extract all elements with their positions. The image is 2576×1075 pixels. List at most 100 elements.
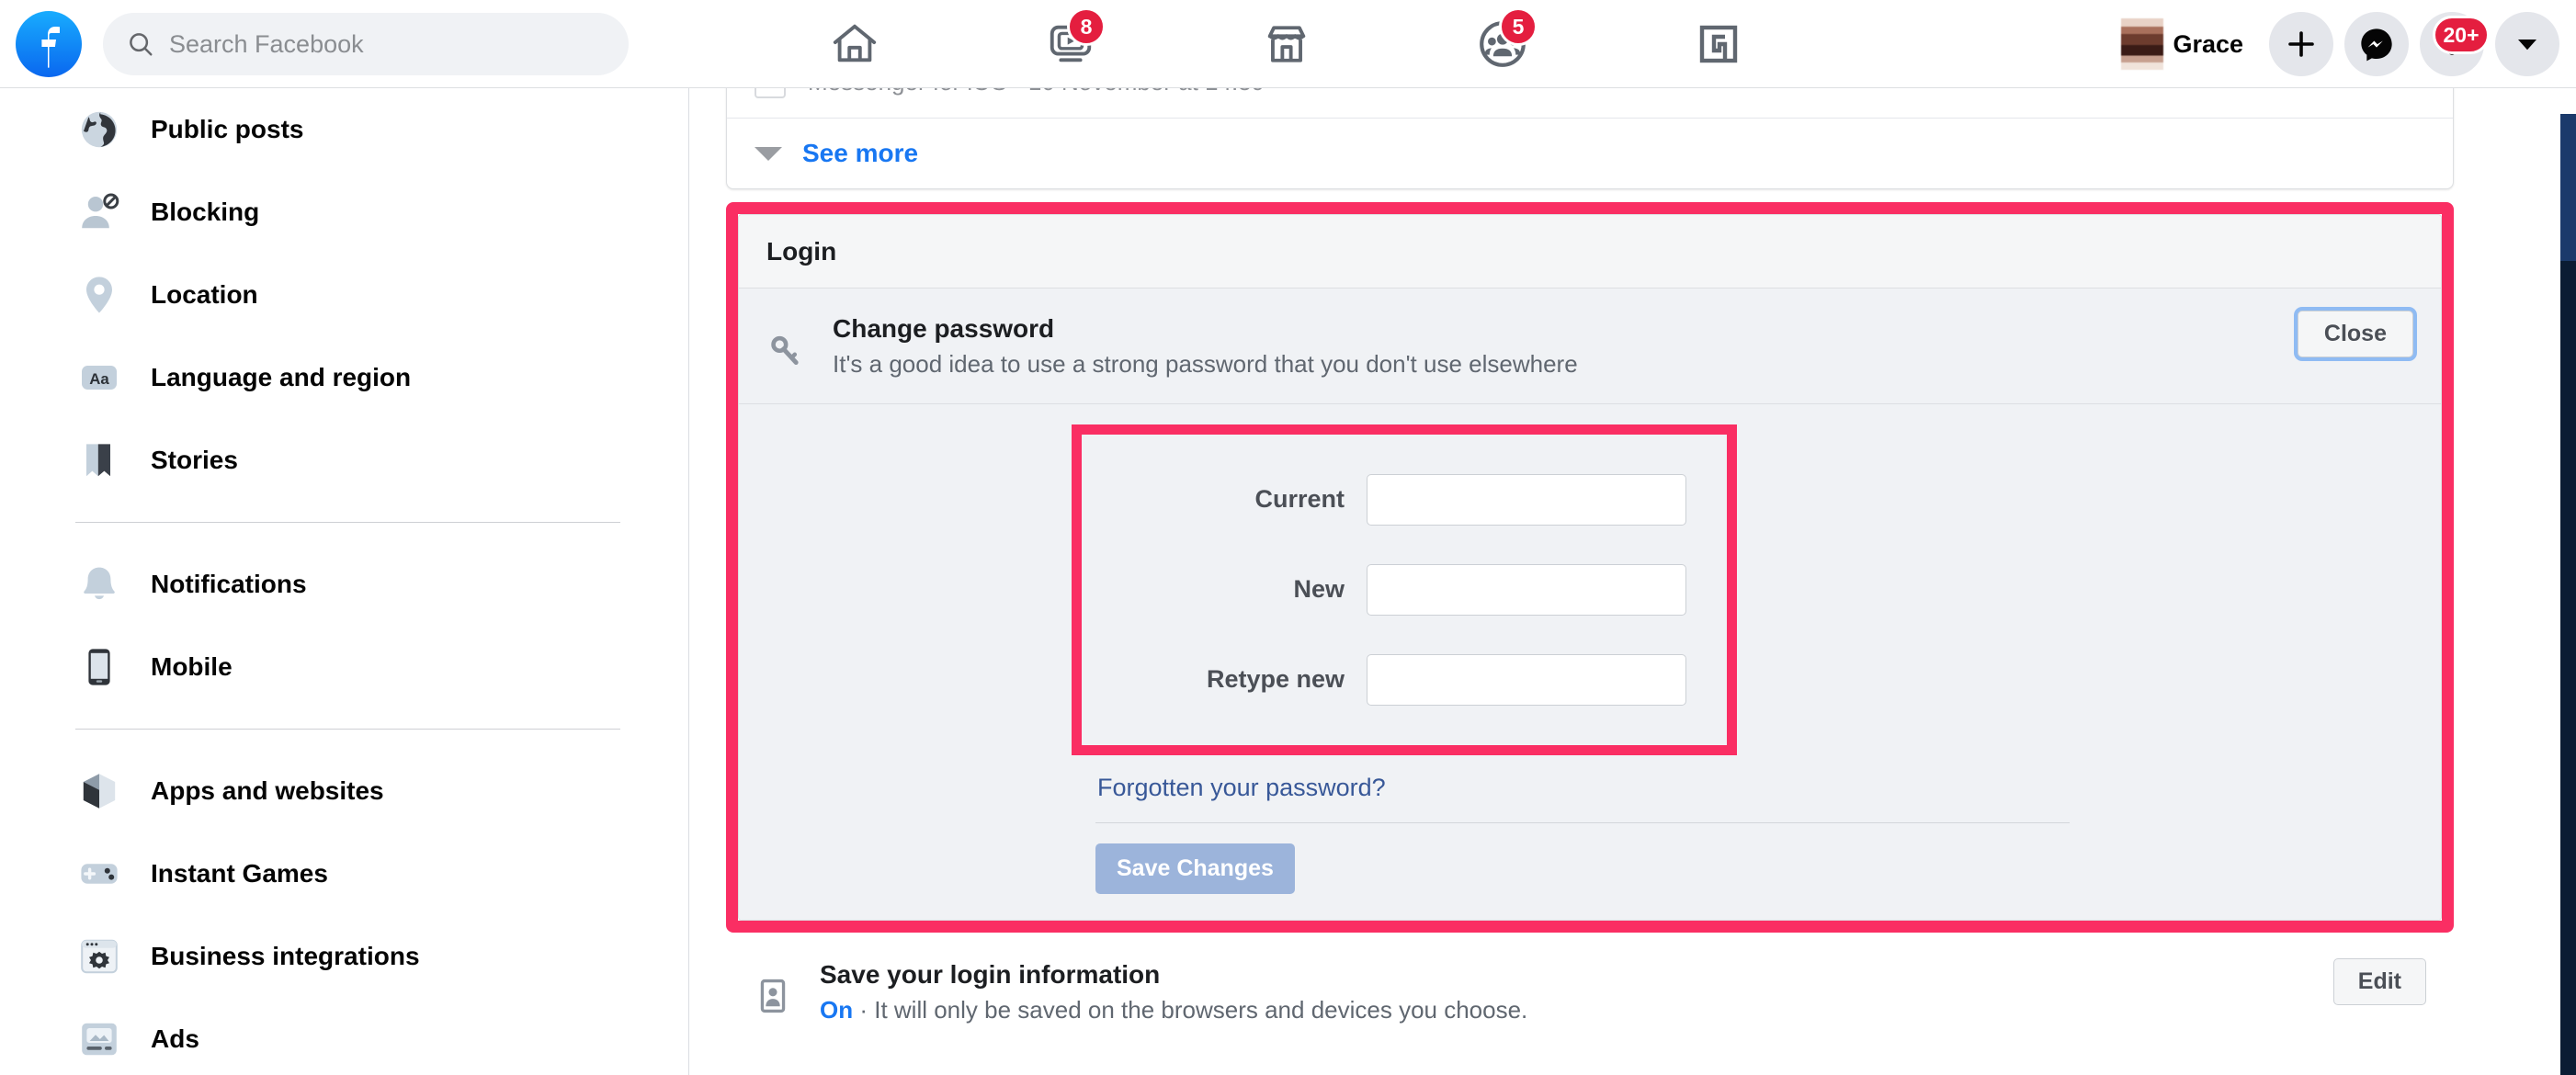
sidebar-item-language-and-region[interactable]: Aa Language and region: [0, 336, 688, 419]
current-password-label: Current: [1254, 485, 1345, 513]
sidebar-item-apps-and-websites[interactable]: Apps and websites: [0, 750, 688, 832]
current-password-input[interactable]: [1367, 473, 1686, 526]
notifications-badge: 20+: [2433, 16, 2490, 54]
new-password-input[interactable]: [1367, 563, 1686, 616]
plus-icon: [2288, 31, 2314, 57]
blocked-user-icon: [75, 188, 123, 236]
avatar: [2121, 18, 2164, 70]
nav-home-button[interactable]: [790, 0, 919, 88]
key-icon: [766, 312, 814, 376]
new-password-label: New: [1293, 575, 1345, 603]
nav-center-group: 8 5: [790, 0, 1783, 88]
scrollbar-track[interactable]: [2560, 261, 2576, 1075]
close-button[interactable]: Close: [2297, 311, 2413, 357]
sidebar-item-label: Apps and websites: [151, 776, 384, 805]
forgotten-password-link[interactable]: Forgotten your password?: [1097, 774, 1386, 802]
language-aa-icon: Aa: [75, 354, 123, 402]
search-input[interactable]: [169, 29, 573, 59]
change-password-section: Change password It's a good idea to use …: [739, 289, 2441, 920]
sidebar-item-label: Location: [151, 280, 258, 309]
field-row-current: Current: [1082, 455, 1727, 545]
login-section-highlight: Login Change password It's a good idea t…: [726, 202, 2454, 933]
settings-sidebar: Public posts Blocking Location Aa Langua…: [0, 88, 689, 1075]
sidebar-item-label: Instant Games: [151, 859, 328, 888]
change-password-body: Current New Retype new Forgotten your pa…: [739, 404, 2441, 920]
top-navigation-bar: 8 5: [0, 0, 2576, 88]
cube-icon: [75, 767, 123, 815]
sidebar-item-mobile[interactable]: Mobile: [0, 626, 688, 708]
nav-marketplace-button[interactable]: [1222, 0, 1351, 88]
sidebar-item-instant-games[interactable]: Instant Games: [0, 832, 688, 915]
sidebar-item-public-posts[interactable]: Public posts: [0, 88, 688, 171]
change-password-title: Change password: [833, 314, 1055, 343]
marketplace-icon: [1267, 26, 1306, 62]
messenger-button[interactable]: [2344, 12, 2409, 76]
globe-icon: [75, 106, 123, 153]
retype-new-password-label: Retype new: [1206, 665, 1345, 693]
sidebar-item-notifications[interactable]: Notifications: [0, 543, 688, 626]
status-separator: ·: [853, 995, 875, 1024]
facebook-logo-icon[interactable]: [16, 11, 82, 77]
page-scrollbar[interactable]: [2560, 88, 2576, 1075]
scrollbar-thumb[interactable]: [2560, 114, 2576, 261]
change-password-header: Change password It's a good idea to use …: [739, 289, 2441, 404]
search-icon: [130, 33, 153, 56]
device-icon: [755, 88, 786, 98]
watch-badge: 8: [1067, 7, 1106, 46]
sidebar-item-label: Stories: [151, 446, 238, 474]
chevron-down-icon: [2518, 40, 2536, 51]
nav-gaming-button[interactable]: [1654, 0, 1783, 88]
retype-new-password-input[interactable]: [1367, 653, 1686, 706]
login-card-header: Login: [739, 215, 2441, 289]
sidebar-item-label: Public posts: [151, 115, 304, 143]
notifications-button[interactable]: 20+: [2420, 12, 2490, 76]
see-more-row[interactable]: See more: [727, 119, 2453, 188]
save-changes-button[interactable]: Save Changes: [1095, 843, 1295, 894]
see-more-link[interactable]: See more: [802, 139, 918, 168]
sidebar-item-location[interactable]: Location: [0, 254, 688, 336]
session-row-partial[interactable]: Messenger for iOS · 10 November at 14:59: [727, 88, 2453, 119]
save-login-information-title: Save your login information: [820, 959, 1161, 989]
sidebar-item-stories[interactable]: Stories: [0, 419, 688, 502]
gamepad-icon: [75, 850, 123, 898]
groups-badge: 5: [1499, 7, 1538, 46]
field-row-retype-new: Retype new: [1082, 635, 1727, 725]
change-password-texts: Change password It's a good idea to use …: [833, 312, 1578, 379]
sidebar-item-ads[interactable]: Ads: [0, 998, 688, 1075]
id-card-icon: [754, 958, 801, 1020]
settings-column: Messenger for iOS · 10 November at 14:59…: [726, 88, 2454, 1048]
caret-down-icon: [755, 146, 782, 161]
change-password-subtitle: It's a good idea to use a strong passwor…: [833, 350, 1578, 378]
business-gear-icon: [75, 933, 123, 980]
sidebar-divider: [75, 729, 620, 730]
profile-chip[interactable]: Grace: [2116, 13, 2258, 75]
field-row-new: New: [1082, 545, 1727, 635]
sidebar-item-blocking[interactable]: Blocking: [0, 171, 688, 254]
nav-watch-button[interactable]: 8: [1006, 0, 1135, 88]
password-fields-highlight: Current New Retype new: [1072, 424, 1737, 755]
create-button[interactable]: [2269, 12, 2333, 76]
account-menu-button[interactable]: [2495, 12, 2559, 76]
home-icon: [833, 24, 877, 62]
edit-button[interactable]: Edit: [2332, 957, 2426, 1005]
sidebar-divider: [75, 522, 620, 523]
save-login-information-row: Save your login information On · It will…: [726, 934, 2454, 1048]
save-login-information-description: It will only be saved on the browsers an…: [874, 995, 1528, 1024]
search-bar[interactable]: [103, 13, 629, 75]
recent-sessions-card: Messenger for iOS · 10 November at 14:59…: [726, 88, 2454, 189]
profile-name: Grace: [2173, 29, 2243, 58]
save-login-information-texts: Save your login information On · It will…: [820, 958, 1527, 1025]
messenger-icon: [2361, 28, 2392, 62]
nav-right-group: Grace 20+: [2116, 0, 2559, 88]
main-content: Messenger for iOS · 10 November at 14:59…: [690, 88, 2576, 1075]
svg-text:Aa: Aa: [89, 370, 109, 388]
mobile-phone-icon: [75, 643, 123, 691]
sidebar-item-business-integrations[interactable]: Business integrations: [0, 915, 688, 998]
sidebar-item-label: Business integrations: [151, 942, 420, 970]
sidebar-item-label: Ads: [151, 1024, 199, 1053]
gaming-icon: [1699, 25, 1738, 63]
sidebar-item-label: Notifications: [151, 570, 307, 598]
nav-groups-button[interactable]: 5: [1438, 0, 1567, 88]
status-badge: On: [820, 995, 854, 1024]
sidebar-item-label: Language and region: [151, 363, 412, 391]
